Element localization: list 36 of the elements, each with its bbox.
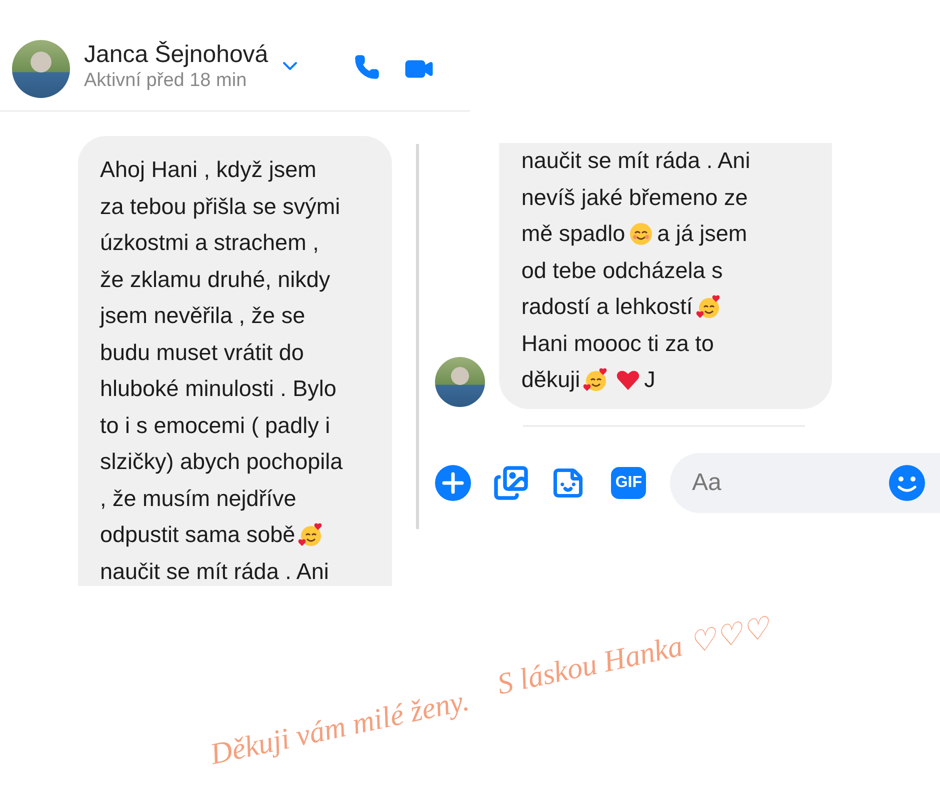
message-text: naučit se mít ráda . Ani [521,147,750,175]
message-text: že zklamu druhé, nikdy [100,266,330,294]
emoji-smile-icon[interactable] [888,464,926,502]
message-text: odpustit sama sobě [100,521,296,549]
message-text: nevíš jaké břemeno ze [521,184,748,212]
smiling-face-with-hearts-icon [298,522,324,548]
smiling-face-with-hearts-icon [583,367,610,394]
message-text: naučit se mít ráda . Ani [100,558,329,586]
phone-icon[interactable] [354,54,380,80]
message-text: Hani moooc ti za to [521,330,714,358]
contact-name: Janca Šejnohová [84,40,268,70]
handwritten-text: Děkuji vám milé ženy. [207,683,472,774]
message-text: děkuji [521,366,580,394]
smiling-face-icon [628,221,654,248]
message-input-field[interactable]: Aa [670,452,940,512]
message-text: Ahoj Hani , když jsem [100,156,316,184]
message-text: úzkostmi a strachem , [100,229,319,257]
sticker-icon[interactable] [551,466,586,500]
message-text: budu muset vrátit do [100,338,304,366]
message-text: od tebe odcházela s [521,256,723,284]
message-text: , že musím nejdříve [100,484,296,513]
smiling-face-with-hearts-icon [696,294,722,320]
message-text: slzičky) abych pochopila [100,448,343,476]
message-text: za tebou přišla se svými [100,192,340,221]
handwritten-text: S láskou Hanka ♡♡♡ [494,610,774,704]
message-text: jsem nevěřila , že se [100,302,306,330]
image-icon[interactable] [493,464,530,500]
message-text: J [644,366,656,394]
message-text: hluboké minulosti . Bylo [100,375,336,403]
gif-button[interactable]: GIF [611,466,646,498]
message-text: to i s emocemi ( padly i [100,412,330,440]
message-text: mě spadlo [521,220,626,248]
message-text: radostí a lehkostí [521,293,693,321]
message-text: a já jsem [657,220,748,248]
add-circle-icon[interactable] [435,464,472,500]
activity-status: Aktivní před 18 min [84,70,248,92]
